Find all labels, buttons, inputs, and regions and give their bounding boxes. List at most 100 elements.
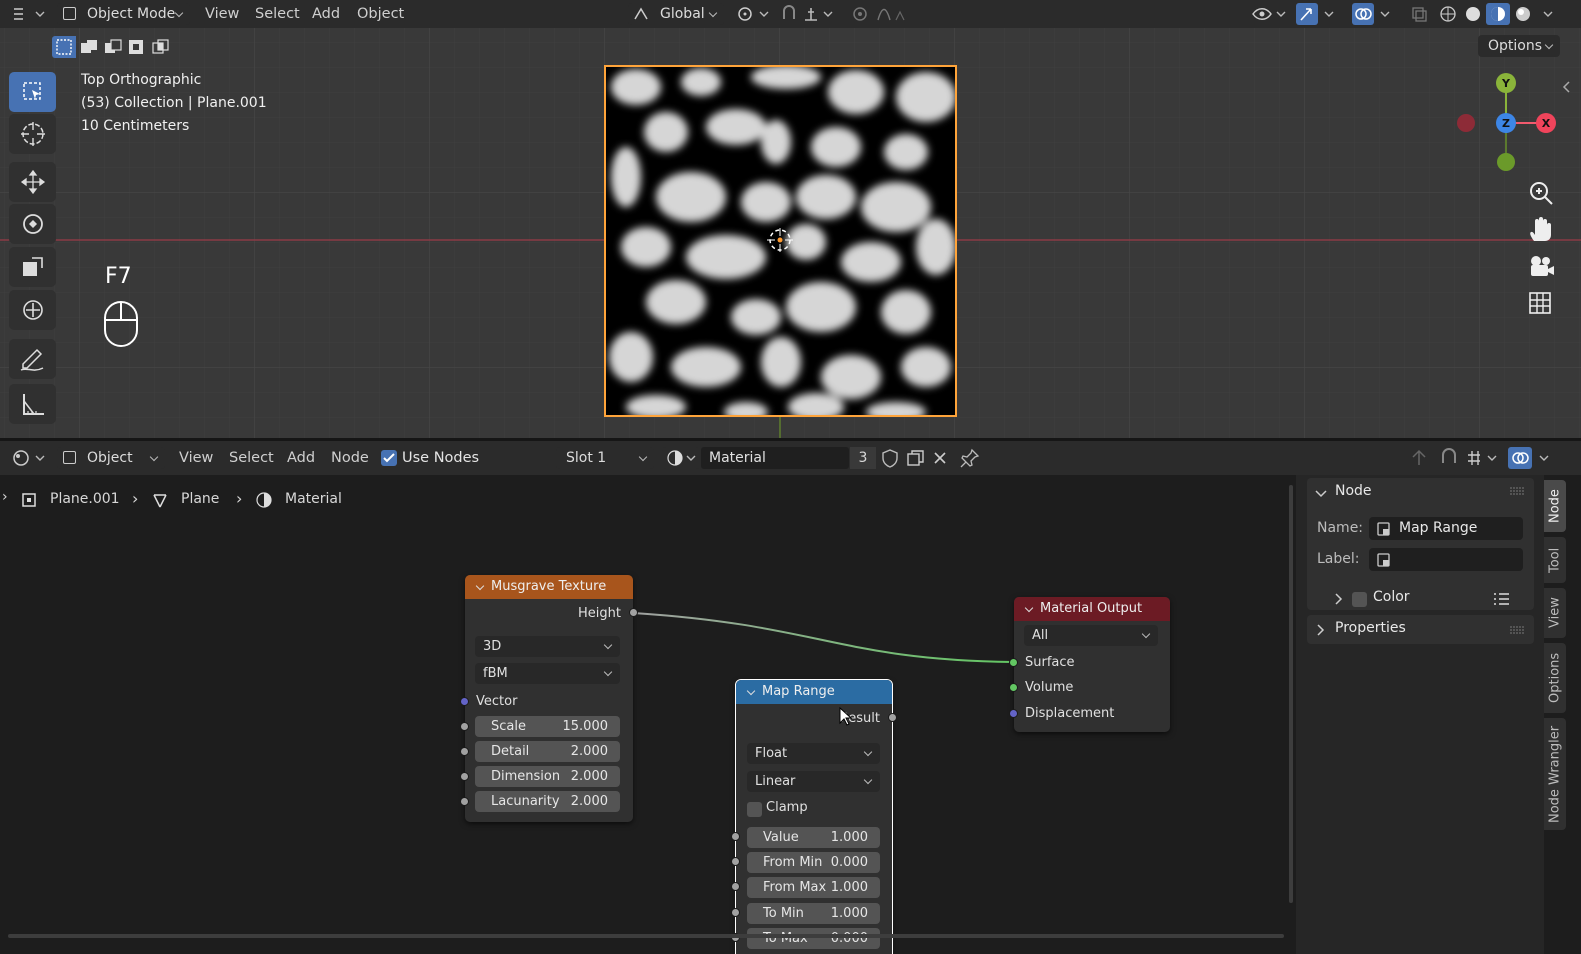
select-invert-icon[interactable]	[125, 36, 149, 58]
camera-icon[interactable]	[1526, 252, 1556, 282]
menu-object[interactable]: Object	[357, 0, 404, 28]
color-expand-icon[interactable]	[1333, 592, 1345, 606]
musgrave-header[interactable]: Musgrave Texture	[465, 575, 633, 599]
menu-select[interactable]: Select	[255, 0, 300, 28]
material-shading-icon[interactable]	[1486, 3, 1510, 25]
tab-options[interactable]: Options	[1544, 643, 1566, 713]
surface-socket[interactable]	[1009, 658, 1018, 667]
node-canvas[interactable]: › Plane.001 › Plane › Material Musgrave …	[0, 475, 1296, 954]
options-dropdown[interactable]: Options	[1478, 35, 1560, 57]
tab-tool[interactable]: Tool	[1544, 537, 1566, 583]
material-browse-button[interactable]	[662, 447, 700, 469]
menu-view[interactable]: View	[205, 0, 239, 28]
musgrave-scale-socket[interactable]	[460, 722, 469, 731]
tab-node-wrangler[interactable]: Node Wrangler	[1544, 718, 1566, 830]
color-presets-icon[interactable]	[1492, 591, 1510, 607]
musgrave-height-socket[interactable]	[629, 608, 638, 617]
tool-select-box[interactable]	[9, 72, 56, 112]
menu-add[interactable]: Add	[312, 0, 340, 28]
musgrave-vector-socket[interactable]	[460, 697, 469, 706]
clamp-checkbox[interactable]	[747, 802, 762, 817]
name-field[interactable]: Map Range	[1369, 517, 1523, 540]
map-range-value-field[interactable]: Value 1.000	[747, 827, 880, 848]
rendered-shading-icon[interactable]	[1511, 3, 1535, 25]
pan-hand-icon[interactable]	[1526, 215, 1556, 245]
node-material-output[interactable]: Material Output All Surface Volume Displ…	[1009, 597, 1170, 732]
node-menu-add[interactable]: Add	[287, 444, 315, 472]
musgrave-scale-field[interactable]: Scale 15.000	[475, 716, 620, 737]
drag-handle-icon[interactable]	[1509, 486, 1525, 496]
overlays-toggle[interactable]	[1352, 3, 1398, 25]
visibility-dropdown[interactable]	[1250, 3, 1290, 25]
musgrave-dimensions-dropdown[interactable]: 3D	[475, 636, 620, 657]
musgrave-lacunarity-field[interactable]: Lacunarity 2.000	[475, 791, 620, 812]
use-nodes-checkbox[interactable]	[381, 450, 397, 466]
material-name-field[interactable]: Material	[701, 447, 849, 469]
properties-drag-handle-icon[interactable]	[1509, 625, 1525, 635]
new-material-icon[interactable]	[903, 447, 927, 469]
unlink-material-icon[interactable]	[928, 447, 952, 469]
shading-options-icon[interactable]	[1536, 3, 1560, 25]
transform-orientation-dropdown[interactable]: Global	[628, 3, 724, 25]
label-field[interactable]	[1369, 548, 1523, 571]
value-socket[interactable]	[731, 832, 740, 841]
musgrave-detail-socket[interactable]	[460, 747, 469, 756]
horizontal-scrollbar[interactable]	[8, 934, 1284, 938]
select-new-icon[interactable]	[52, 36, 76, 58]
map-range-result-socket[interactable]	[888, 713, 897, 722]
pin-icon[interactable]	[958, 447, 982, 469]
select-extend-icon[interactable]	[77, 36, 101, 58]
node-snap-target-dropdown[interactable]	[1464, 447, 1502, 469]
output-target-dropdown[interactable]: All	[1024, 625, 1158, 646]
tool-transform[interactable]	[9, 290, 56, 330]
musgrave-dimension-field[interactable]: Dimension 2.000	[475, 766, 620, 787]
tool-scale[interactable]	[9, 247, 56, 287]
sidebar-expand-icon[interactable]	[1560, 80, 1574, 94]
properties-panel[interactable]: Properties	[1307, 615, 1534, 644]
select-intersect-icon[interactable]	[149, 36, 173, 58]
tool-move[interactable]	[9, 162, 56, 202]
node-musgrave-texture[interactable]: Musgrave Texture Height 3D fBM Vector Sc…	[460, 575, 638, 822]
musgrave-dimension-socket[interactable]	[460, 772, 469, 781]
tab-node[interactable]: Node	[1544, 480, 1566, 532]
fake-user-shield-icon[interactable]	[878, 447, 902, 469]
map-range-from-min-field[interactable]: From Min 0.000	[747, 852, 880, 873]
map-range-to-min-field[interactable]: To Min 1.000	[747, 903, 880, 924]
tool-rotate[interactable]	[9, 204, 56, 244]
tool-annotate[interactable]	[9, 339, 56, 379]
xray-toggle[interactable]	[1408, 3, 1430, 25]
musgrave-lacunarity-socket[interactable]	[460, 797, 469, 806]
node-menu-node[interactable]: Node	[331, 444, 369, 472]
zoom-icon[interactable]	[1526, 178, 1556, 208]
vertical-scrollbar[interactable]	[1289, 485, 1293, 903]
tool-cursor[interactable]	[9, 114, 56, 154]
navigation-gizmo[interactable]: Y Z X	[1450, 72, 1560, 174]
node-editor-type-button[interactable]	[8, 447, 48, 469]
panel-collapse-icon[interactable]	[1313, 486, 1329, 502]
shader-type-dropdown[interactable]: Object	[57, 447, 165, 469]
map-range-type-dropdown[interactable]: Float	[747, 743, 880, 764]
displacement-socket[interactable]	[1009, 709, 1018, 718]
from-min-socket[interactable]	[731, 857, 740, 866]
viewport-area[interactable]: Options Top Orthographic (53) Collection…	[0, 28, 1581, 438]
proportional-edit-toggle[interactable]	[848, 3, 910, 25]
mode-dropdown[interactable]: Object Mode	[57, 3, 190, 25]
editor-type-button[interactable]	[8, 3, 48, 25]
tab-view[interactable]: View	[1544, 588, 1566, 638]
slot-dropdown[interactable]: Slot 1	[556, 447, 654, 469]
map-range-to-max-field[interactable]: To Max 0.000	[747, 928, 880, 949]
select-subtract-icon[interactable]	[101, 36, 125, 58]
node-menu-select[interactable]: Select	[229, 444, 274, 472]
color-checkbox[interactable]	[1352, 592, 1367, 607]
map-range-from-max-field[interactable]: From Max 1.000	[747, 877, 880, 898]
gizmo-toggle[interactable]	[1296, 3, 1342, 25]
musgrave-detail-field[interactable]: Detail 2.000	[475, 741, 620, 762]
tool-measure[interactable]	[9, 384, 56, 424]
snap-toggle[interactable]	[778, 3, 838, 25]
node-map-range[interactable]: Map Range Result Float Linear Clamp Valu…	[731, 679, 897, 954]
volume-socket[interactable]	[1009, 683, 1018, 692]
material-output-header[interactable]: Material Output	[1014, 597, 1170, 621]
parent-node-tree-icon[interactable]	[1407, 447, 1431, 469]
pivot-dropdown[interactable]	[734, 3, 772, 25]
wireframe-shading-icon[interactable]	[1436, 3, 1460, 25]
